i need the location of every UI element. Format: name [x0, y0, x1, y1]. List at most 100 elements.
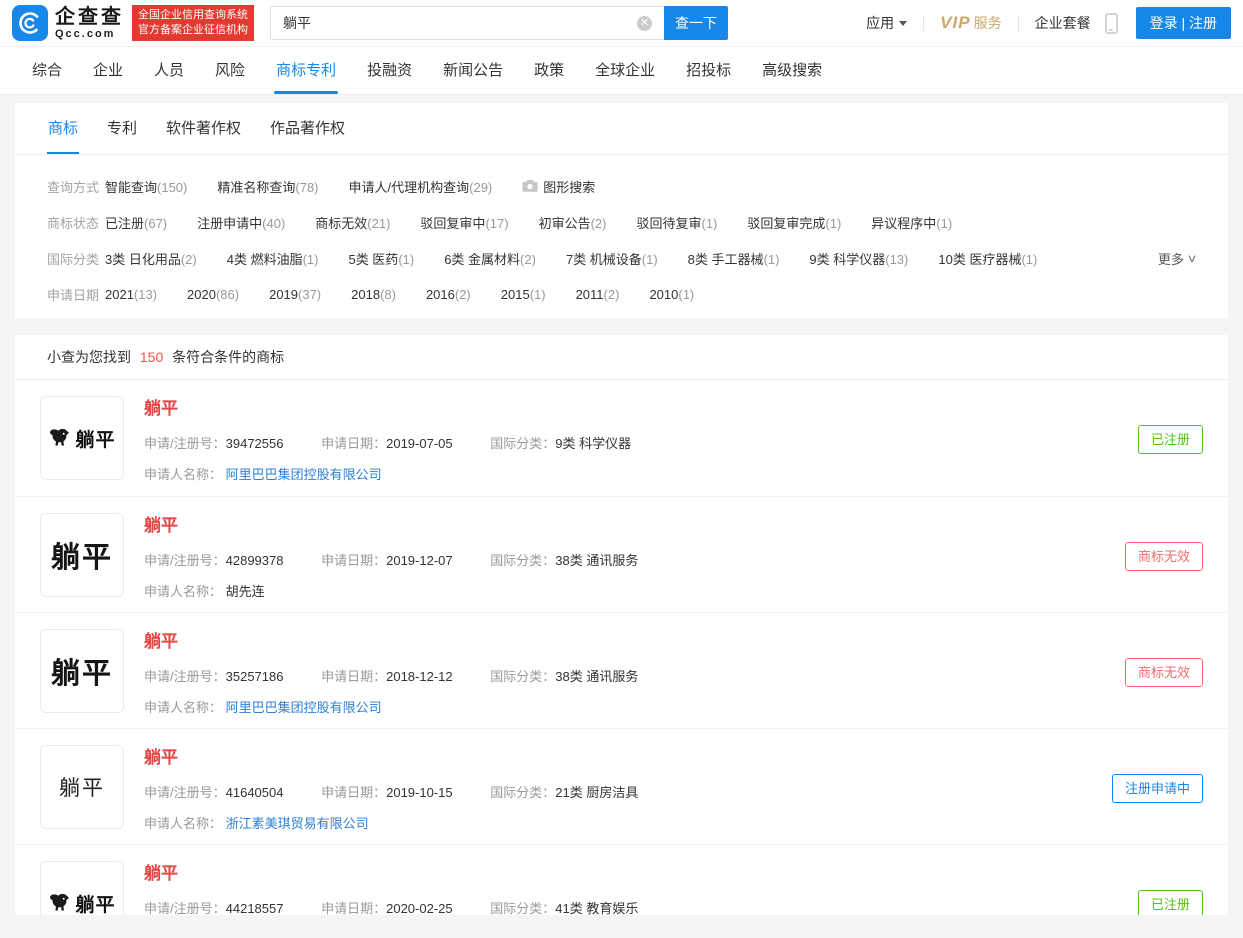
chevron-down-icon: ∨ [1186, 252, 1198, 265]
intl-class: 41类 教育娱乐 [555, 901, 639, 915]
search-input[interactable] [270, 6, 664, 40]
filter-label: 国际分类 [47, 251, 100, 267]
trademark-image[interactable]: 躺平 [40, 629, 124, 713]
tab-trademark[interactable]: 商标 [47, 103, 80, 154]
vip-service-link[interactable]: VIP 服务 [940, 13, 1001, 33]
clear-search-icon[interactable]: ✕ [637, 16, 652, 31]
nav-tab-quanqiu-qiye[interactable]: 全球企业 [595, 47, 655, 94]
sheep-icon [50, 428, 70, 446]
mobile-app-icon[interactable] [1104, 12, 1118, 34]
summary-prefix: 小查为您找到 [47, 349, 131, 365]
filter-option[interactable]: 9类 科学仪器(13) [809, 249, 908, 268]
filter-label: 申请日期 [47, 287, 100, 303]
filter-option[interactable]: 异议程序中(1) [871, 213, 952, 232]
filter-label: 商标状态 [47, 215, 100, 231]
enterprise-package-link[interactable]: 企业套餐 [1035, 13, 1091, 33]
filter-option[interactable]: 6类 金属材料(2) [444, 249, 536, 268]
table-row[interactable]: 躺平 躺平 申请/注册号：44218557 申请日期：2020-02-25 国际… [15, 844, 1228, 915]
trademark-image[interactable]: 躺平 [40, 861, 124, 915]
nav-tab-zhaotoubiao[interactable]: 招投标 [686, 47, 731, 94]
filter-option[interactable]: 5类 医药(1) [348, 249, 414, 268]
filter-option[interactable]: 2019(37) [269, 287, 321, 302]
filter-row-apply-date: 申请日期 2021(13) 2020(86) 2019(37) 2018(8) … [47, 276, 1196, 312]
filter-option[interactable]: 商标无效(21) [315, 213, 390, 232]
filter-option[interactable]: 4类 燃料油脂(1) [227, 249, 319, 268]
table-row[interactable]: 躺平 躺平 申请/注册号：35257186 申请日期：2018-12-12 国际… [15, 612, 1228, 728]
status-badge: 已注册 [1137, 425, 1203, 454]
nav-tab-shangbiao-zhuanli[interactable]: 商标专利 [274, 47, 339, 94]
applicant-row: 申请人名称： 阿里巴巴集团控股有限公司 [144, 467, 382, 482]
filter-option[interactable]: 注册申请中(40) [197, 213, 285, 232]
status-badge: 商标无效 [1124, 542, 1203, 571]
filter-option[interactable]: 2015(1) [501, 287, 546, 302]
trademark-image[interactable]: 躺平 [40, 513, 124, 597]
filter-option[interactable]: 2020(86) [187, 287, 239, 302]
filter-option[interactable]: 3类 日化用品(2) [105, 249, 197, 268]
nav-tab-xinwen-gonggao[interactable]: 新闻公告 [443, 47, 503, 94]
table-row[interactable]: 躺平 躺平 申请/注册号：39472556 申请日期：2019-07-05 国际… [15, 380, 1228, 496]
filter-row-intl-class: 国际分类 3类 日化用品(2) 4类 燃料油脂(1) 5类 医药(1) 6类 金… [47, 240, 1198, 276]
applicant-name: 胡先连 [225, 584, 265, 599]
filter-option[interactable]: 初审公告(2) [539, 213, 607, 232]
applicant-link[interactable]: 阿里巴巴集团控股有限公司 [226, 467, 382, 482]
trademark-name-link[interactable]: 躺平 [144, 398, 178, 420]
filter-option[interactable]: 驳回复审中(17) [420, 213, 508, 232]
filter-option[interactable]: 2010(1) [649, 287, 694, 302]
registration-number: 39472556 [225, 436, 284, 451]
trademark-image[interactable]: 躺平 [40, 745, 124, 829]
main-nav: 综合 企业 人员 风险 商标专利 投融资 新闻公告 政策 全球企业 招投标 高级… [0, 47, 1243, 95]
filter-panel: 商标 专利 软件著作权 作品著作权 查询方式 智能查询(150) 精准名称查询(… [15, 103, 1228, 318]
filter-option[interactable]: 精准名称查询(78) [217, 177, 318, 196]
tab-patent[interactable]: 专利 [106, 103, 138, 154]
vip-service-label: 服务 [973, 15, 1002, 31]
qcc-logo-text: 企查查 Qcc.com [55, 7, 124, 40]
trademark-name-link[interactable]: 躺平 [144, 863, 178, 885]
table-row[interactable]: 躺平 躺平 申请/注册号：41640504 申请日期：2019-10-15 国际… [15, 728, 1228, 844]
nav-tab-tourongzi[interactable]: 投融资 [367, 47, 412, 94]
top-header: 企查查 Qcc.com 全国企业信用查询系统 官方备案企业征信机构 ✕ 查一下 … [0, 0, 1243, 47]
trademark-name-link[interactable]: 躺平 [144, 515, 178, 537]
nav-tab-renyuan[interactable]: 人员 [154, 47, 184, 94]
nav-tab-gaoji-sousuo[interactable]: 高级搜索 [762, 47, 822, 94]
sheep-icon [50, 893, 70, 911]
divider [1017, 15, 1019, 31]
app-menu[interactable]: 应用 [866, 13, 908, 33]
applicant-row: 申请人名称： 阿里巴巴集团控股有限公司 [144, 700, 382, 715]
intl-class: 9类 科学仪器 [555, 436, 632, 451]
nav-tab-qiye[interactable]: 企业 [93, 47, 123, 94]
filter-option[interactable]: 2016(2) [426, 287, 471, 302]
app-menu-label: 应用 [866, 15, 895, 31]
trademark-image[interactable]: 躺平 [40, 396, 124, 480]
filter-option[interactable]: 2011(2) [576, 287, 620, 302]
applicant-link[interactable]: 浙江素美琪贸易有限公司 [226, 816, 369, 831]
filter-option[interactable]: 2021(13) [105, 287, 157, 302]
trademark-name-link[interactable]: 躺平 [144, 747, 178, 769]
nav-tab-zonghe[interactable]: 综合 [32, 47, 62, 94]
tab-software-copyright[interactable]: 软件著作权 [165, 103, 242, 154]
filter-option[interactable]: 2018(8) [351, 287, 396, 302]
table-row[interactable]: 躺平 躺平 申请/注册号：42899378 申请日期：2019-12-07 国际… [15, 496, 1228, 612]
apply-date: 2019-07-05 [386, 436, 453, 451]
nav-tab-zhengce[interactable]: 政策 [534, 47, 564, 94]
trademark-name-link[interactable]: 躺平 [144, 631, 178, 653]
intl-class: 38类 通讯服务 [555, 669, 639, 684]
image-search-option[interactable]: 图形搜索 [522, 177, 595, 196]
filter-option[interactable]: 申请人/代理机构查询(29) [349, 177, 493, 196]
filter-option[interactable]: 已注册(67) [105, 213, 167, 232]
filter-option[interactable]: 10类 医疗器械(1) [938, 249, 1037, 268]
intl-class: 38类 通讯服务 [555, 553, 639, 568]
filter-option[interactable]: 7类 机械设备(1) [566, 249, 658, 268]
tab-work-copyright[interactable]: 作品著作权 [269, 103, 346, 154]
filter-option[interactable]: 驳回待复审(1) [636, 213, 717, 232]
login-register-button[interactable]: 登录 | 注册 [1135, 7, 1231, 39]
search-button[interactable]: 查一下 [664, 6, 728, 40]
filter-option[interactable]: 驳回复审完成(1) [747, 213, 841, 232]
nav-tab-fengxian[interactable]: 风险 [215, 47, 245, 94]
filter-option[interactable]: 8类 手工器械(1) [688, 249, 780, 268]
registration-number: 35257186 [225, 669, 284, 684]
divider [923, 15, 925, 31]
applicant-link[interactable]: 阿里巴巴集团控股有限公司 [226, 700, 382, 715]
qcc-logo[interactable]: 企查查 Qcc.com 全国企业信用查询系统 官方备案企业征信机构 [12, 5, 254, 41]
filter-option[interactable]: 智能查询(150) [105, 177, 187, 196]
more-button[interactable]: 更多 ∨ [1158, 249, 1198, 268]
